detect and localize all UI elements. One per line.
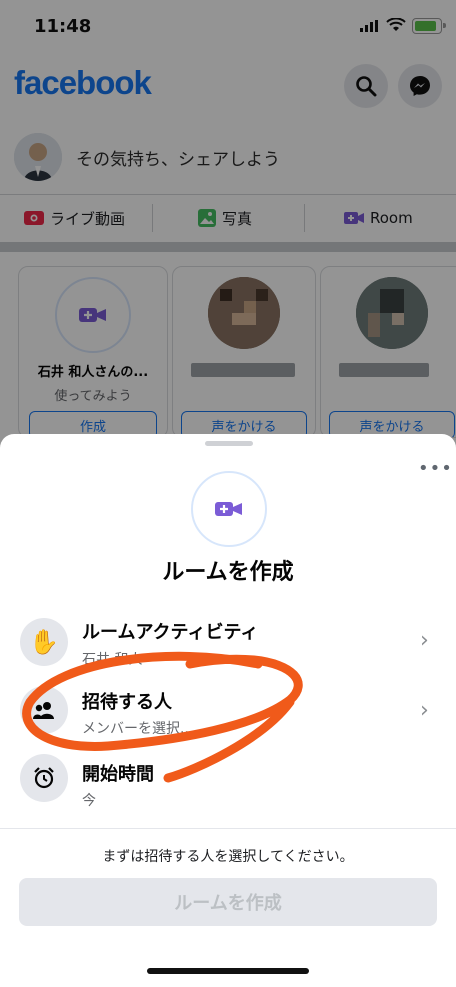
helper-note: まずは招待する人を選択してください。: [102, 849, 354, 865]
home-indicator[interactable]: [147, 968, 309, 974]
hand-drawn-annotation: [22, 651, 303, 783]
create-room-button[interactable]: ルームを作成: [19, 878, 437, 926]
room-icon: [215, 502, 242, 516]
sheet-drag-handle[interactable]: [205, 441, 253, 446]
sheet-title: ルームを作成: [162, 560, 294, 585]
more-options-icon[interactable]: •••: [418, 458, 453, 479]
row-subtitle: 今: [82, 793, 96, 809]
room-camera-circle: [191, 471, 267, 547]
divider: [0, 828, 456, 829]
